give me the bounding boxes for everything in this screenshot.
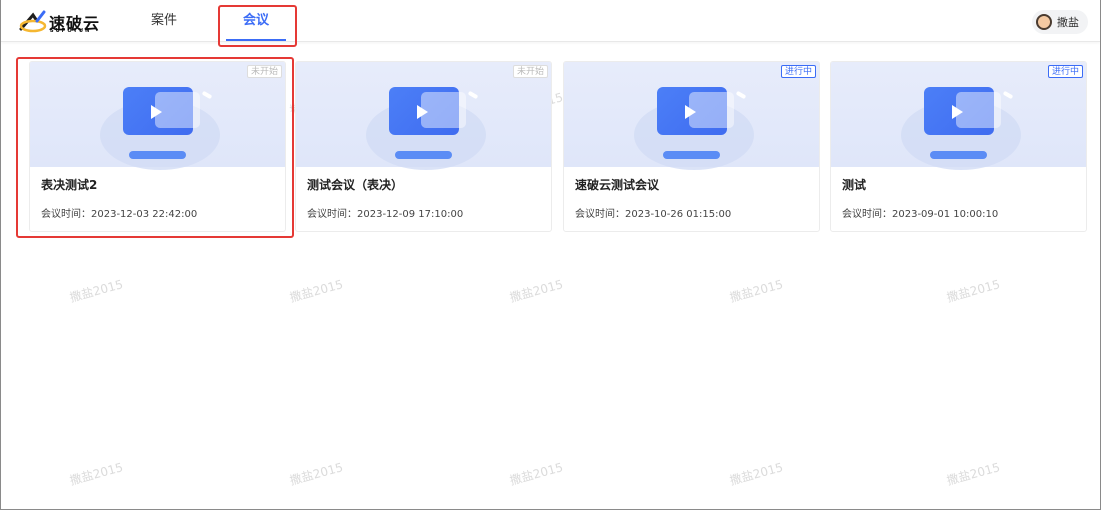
active-tab-indicator: [226, 39, 286, 41]
meeting-title: 表决测试2: [41, 178, 98, 192]
play-icon: [685, 105, 696, 119]
meeting-time: 会议时间：2023-12-03 22:42:00: [41, 209, 198, 220]
nav-tab-cases[interactable]: 案件: [141, 0, 187, 42]
play-icon: [151, 105, 162, 119]
meeting-time: 会议时间：2023-09-01 10:00:10: [842, 209, 999, 220]
user-menu[interactable]: 撒盐: [1032, 10, 1088, 34]
meeting-thumbnail: 未开始: [30, 62, 285, 170]
meeting-time: 会议时间：2023-10-26 01:15:00: [575, 209, 732, 220]
meeting-card[interactable]: 未开始 表决测试2 会议时间：2023-12-03 22:42:00: [29, 61, 286, 232]
meeting-thumbnail: 进行中: [564, 62, 819, 170]
brand-subtitle: SUPOYUN: [50, 28, 92, 34]
meeting-thumbnail: 未开始: [296, 62, 551, 170]
nav-tab-meetings[interactable]: 会议: [225, 0, 287, 42]
avatar: [1036, 14, 1052, 30]
meeting-title: 测试会议（表决）: [307, 178, 404, 192]
logo-icon: [19, 10, 47, 33]
meeting-title: 速破云测试会议: [575, 178, 660, 192]
status-badge: 进行中: [780, 65, 816, 78]
status-badge: 未开始: [512, 65, 548, 78]
play-icon: [417, 105, 428, 119]
meeting-list: 未开始 表决测试2 会议时间：2023-12-03 22:42:00 未开始 测…: [19, 51, 1100, 506]
meeting-card[interactable]: 进行中 测试 会议时间：2023-09-01 10:00:10: [830, 61, 1087, 232]
meeting-thumbnail: 进行中: [831, 62, 1086, 170]
meeting-time: 会议时间：2023-12-09 17:10:00: [307, 209, 464, 220]
top-navigation-bar: 速破云 SUPOYUN 案件 会议 撒盐: [1, 0, 1100, 42]
meeting-card[interactable]: 未开始 测试会议（表决） 会议时间：2023-12-09 17:10:00: [295, 61, 552, 232]
status-badge: 进行中: [1047, 65, 1083, 78]
user-name: 撒盐: [1057, 16, 1079, 29]
meeting-title: 测试: [842, 178, 867, 192]
meeting-card[interactable]: 进行中 速破云测试会议 会议时间：2023-10-26 01:15:00: [563, 61, 820, 232]
status-badge: 未开始: [246, 65, 282, 78]
play-icon: [952, 105, 963, 119]
brand-logo[interactable]: 速破云 SUPOYUN: [19, 9, 129, 35]
app-window: 速破云 SUPOYUN 案件 会议 撒盐 撒盐2015 撒盐2015 撒盐201…: [0, 0, 1101, 510]
